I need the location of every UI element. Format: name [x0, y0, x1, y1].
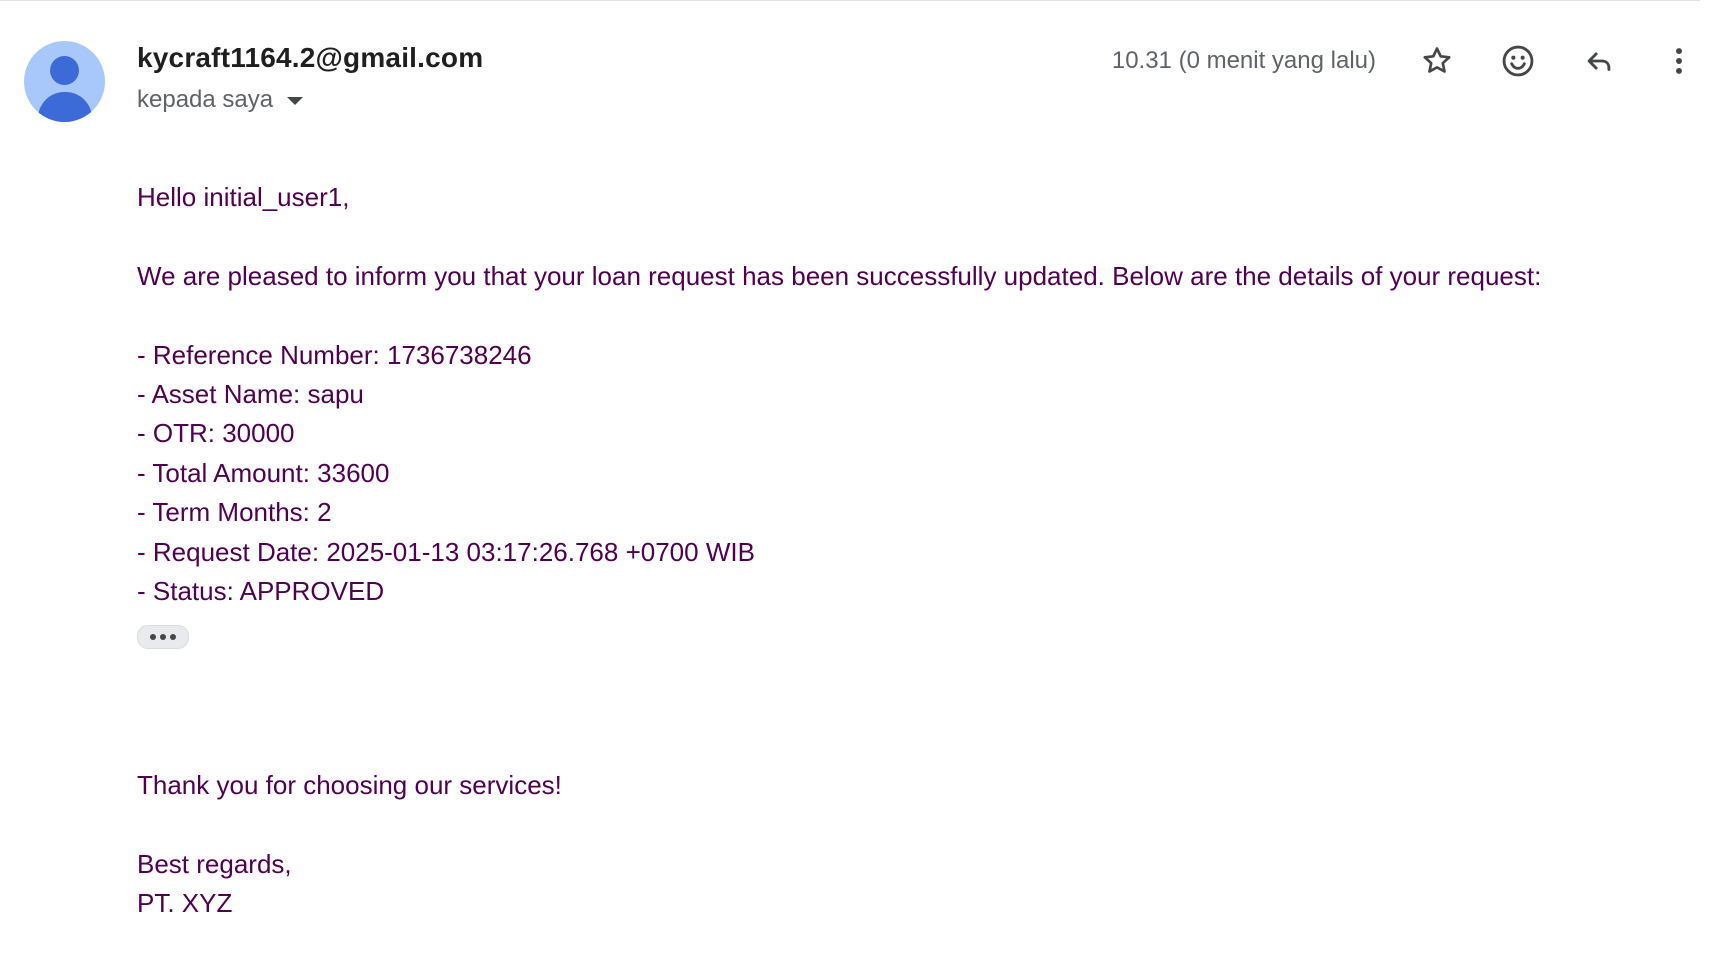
more-options-button[interactable] — [1655, 37, 1703, 85]
detail-status: - Status: APPROVED — [137, 576, 385, 607]
detail-total-amount: - Total Amount: 33600 — [137, 457, 390, 488]
star-icon — [1423, 47, 1451, 73]
recipient-label: kepada saya — [137, 86, 274, 113]
divider — [0, 0, 1700, 1]
add-reaction-button[interactable] — [1494, 37, 1542, 85]
detail-otr: - OTR: 30000 — [137, 418, 295, 449]
reply-button[interactable] — [1575, 37, 1623, 85]
reply-icon — [1587, 52, 1611, 71]
emoji-reaction-icon — [1502, 45, 1534, 77]
person-avatar-icon — [50, 56, 79, 85]
message-timestamp: 10.31 (0 menit yang lalu) — [1111, 47, 1376, 74]
loan-details-list: - Reference Number: 1736738246 - Asset N… — [137, 336, 1541, 612]
detail-reference-number: - Reference Number: 1736738246 — [137, 339, 532, 370]
detail-request-date: - Request Date: 2025-01-13 03:17:26.768 … — [137, 536, 755, 567]
sign-off: Best regards, — [137, 848, 292, 879]
message-body: Hello initial_user1, We are pleased to i… — [137, 178, 1542, 650]
closing-thanks: Thank you for choosing our services! — [137, 770, 562, 800]
message-closing: Thank you for choosing our services! Bes… — [137, 766, 562, 924]
star-button[interactable] — [1413, 37, 1461, 85]
caret-down-icon[interactable] — [287, 97, 304, 105]
greeting-text: Hello initial_user1, — [137, 182, 350, 212]
recipient-details-toggle[interactable]: kepada saya — [137, 86, 304, 114]
intro-text: We are pleased to inform you that your l… — [137, 260, 1542, 291]
detail-term-months: - Term Months: 2 — [137, 497, 332, 528]
show-trimmed-content-button[interactable] — [137, 625, 189, 650]
sender-email[interactable]: kycraft1164.2@gmail.com — [137, 42, 483, 74]
signature: PT. XYZ — [137, 888, 233, 919]
more-vert-icon — [1676, 48, 1682, 74]
email-message-view: kycraft1164.2@gmail.com kepada saya 10.3… — [0, 0, 1726, 958]
detail-asset-name: - Asset Name: sapu — [137, 379, 364, 409]
sender-avatar[interactable] — [24, 41, 105, 122]
